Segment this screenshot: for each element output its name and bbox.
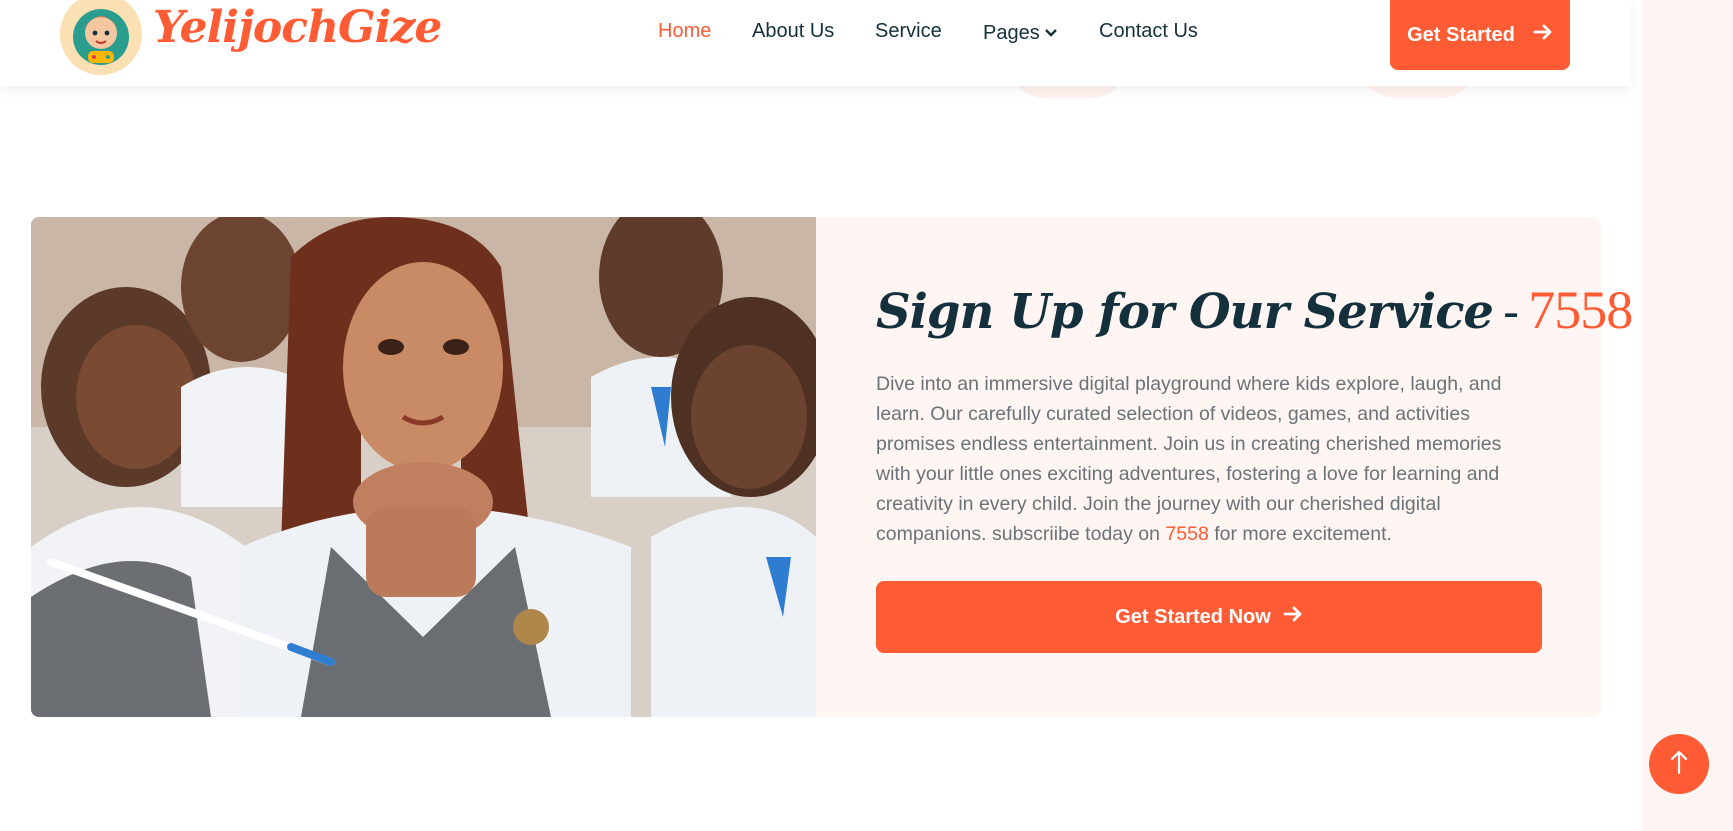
get-started-now-button[interactable]: Get Started Now <box>876 581 1542 653</box>
get-started-button[interactable]: Get Started <box>1390 0 1570 70</box>
signup-title-number: 7558 <box>1528 280 1633 340</box>
signup-title-separator: - <box>1502 284 1519 340</box>
arrow-right-icon <box>1283 605 1303 629</box>
nav-item-contact-us[interactable]: Contact Us <box>1099 20 1198 43</box>
signup-description: Dive into an immersive digital playgroun… <box>876 369 1536 549</box>
brand-name[interactable]: YelijochGize <box>153 2 442 53</box>
nav-item-home[interactable]: Home <box>658 20 711 43</box>
site-header: YelijochGize Home About Us Service Pages… <box>0 0 1631 86</box>
chevron-down-icon <box>1044 20 1057 43</box>
signup-description-number: 7558 <box>1165 523 1209 545</box>
nav-item-service[interactable]: Service <box>875 20 942 43</box>
nav-item-about-us[interactable]: About Us <box>752 20 834 43</box>
arrow-up-icon <box>1669 749 1689 780</box>
signup-description-tail: for more excitement. <box>1208 523 1392 545</box>
scroll-to-top-button[interactable] <box>1649 734 1709 794</box>
get-started-label: Get Started <box>1407 23 1515 46</box>
nav-item-pages[interactable]: Pages <box>983 20 1057 45</box>
students-photo <box>31 217 816 717</box>
arrow-right-icon <box>1533 23 1553 47</box>
logo-icon[interactable] <box>60 0 142 75</box>
page-side-strip <box>1641 0 1733 831</box>
signup-description-main: Dive into an immersive digital playgroun… <box>876 373 1502 545</box>
nav-item-pages-label: Pages <box>983 22 1040 44</box>
get-started-now-label: Get Started Now <box>1115 605 1271 628</box>
signup-card: Sign Up for Our Service -7558 Dive into a… <box>816 217 1633 717</box>
page: YelijochGize Home About Us Service Pages… <box>0 0 1733 831</box>
signup-title: Sign Up for Our Service -7558 <box>876 279 1633 341</box>
signup-title-text: Sign Up for Our Service <box>876 284 1494 340</box>
